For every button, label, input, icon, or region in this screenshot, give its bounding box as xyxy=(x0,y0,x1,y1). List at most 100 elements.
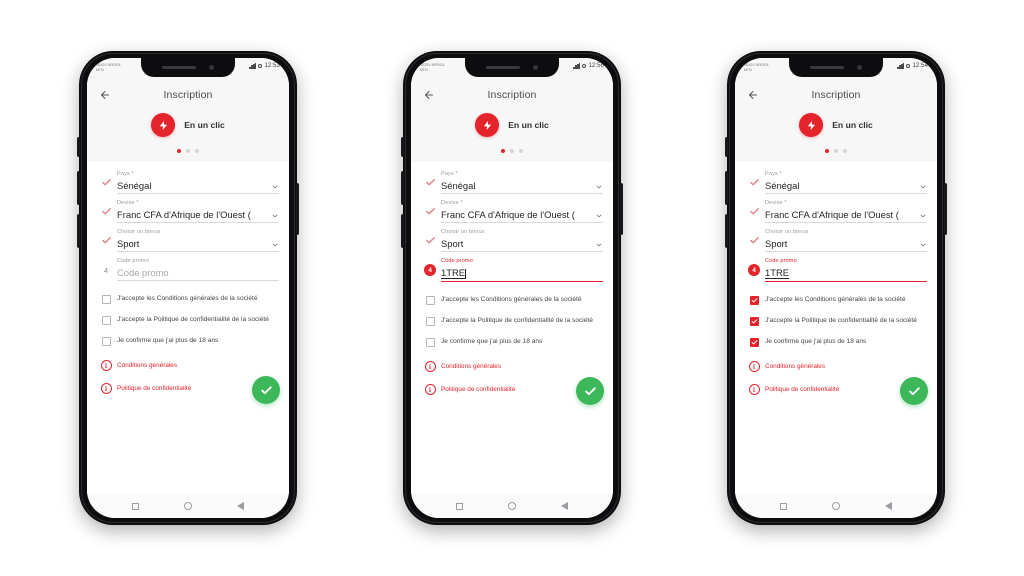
select-bonus[interactable]: Sport xyxy=(441,238,603,252)
chevron-down-icon-currency[interactable] xyxy=(271,212,279,220)
info-circle-icon-privacy[interactable]: i xyxy=(100,383,112,394)
consent-row-age[interactable]: Je confirme que j'ai plus de 18 ans xyxy=(87,336,289,346)
triangle-back-icon[interactable] xyxy=(561,502,569,510)
pager-dot-2[interactable] xyxy=(843,149,847,153)
power-button[interactable] xyxy=(296,183,299,235)
circle-home-icon[interactable] xyxy=(183,502,192,510)
square-recents-icon[interactable] xyxy=(131,502,139,510)
select-currency[interactable]: Franc CFA d'Afrique de l'Ouest ( xyxy=(765,209,927,223)
pager-dot-0[interactable] xyxy=(501,149,505,153)
promo-input[interactable]: Code promo xyxy=(117,267,279,281)
info-circle-icon-terms[interactable]: i xyxy=(424,361,436,372)
info-circle-icon-privacy[interactable]: i xyxy=(748,384,760,395)
checkbox-privacy[interactable] xyxy=(749,317,759,326)
chevron-down-icon-country[interactable] xyxy=(595,183,603,191)
pager-dot-0[interactable] xyxy=(177,149,181,153)
select-country[interactable]: Sénégal xyxy=(117,180,279,194)
submit-button[interactable] xyxy=(576,377,604,405)
chevron-down-icon-bonus[interactable] xyxy=(271,241,279,249)
volume-up-button[interactable] xyxy=(725,171,728,205)
consent-row-privacy[interactable]: J'accepte la Politique de confidentialit… xyxy=(87,315,289,325)
link-row-terms[interactable]: i Conditions générales xyxy=(87,359,289,371)
consent-row-terms[interactable]: J'accepte les Conditions générales de la… xyxy=(87,294,289,304)
triangle-back-icon[interactable] xyxy=(237,502,245,510)
link-label-privacy[interactable]: Politique de confidentialité xyxy=(765,386,839,393)
pager-dot-1[interactable] xyxy=(510,149,514,153)
chevron-down-icon-country[interactable] xyxy=(271,183,279,191)
link-row-terms[interactable]: i Conditions générales xyxy=(411,360,613,372)
arrow-left-icon[interactable] xyxy=(422,89,435,102)
circle-home-icon[interactable] xyxy=(831,502,840,510)
submit-button[interactable] xyxy=(900,377,928,405)
brand-block: En un clic xyxy=(87,110,289,162)
pager-dot-2[interactable] xyxy=(195,149,199,153)
mute-switch[interactable] xyxy=(401,137,404,157)
square-recents-icon[interactable] xyxy=(455,502,463,510)
field-body-currency: Devise * Franc CFA d'Afrique de l'Ouest ( xyxy=(765,200,927,223)
chevron-down-icon-currency[interactable] xyxy=(919,212,927,220)
checkbox-age[interactable] xyxy=(101,337,111,346)
select-currency[interactable]: Franc CFA d'Afrique de l'Ouest ( xyxy=(117,209,279,223)
triangle-back-icon[interactable] xyxy=(885,502,893,510)
link-label-terms[interactable]: Conditions générales xyxy=(765,363,825,370)
submit-button[interactable] xyxy=(252,376,280,404)
pager-dot-1[interactable] xyxy=(186,149,190,153)
circle-home-icon[interactable] xyxy=(507,502,516,510)
chevron-down-icon-bonus[interactable] xyxy=(595,241,603,249)
mute-switch[interactable] xyxy=(77,137,80,157)
consent-row-privacy[interactable]: J'accepte la Politique de confidentialit… xyxy=(735,316,937,326)
power-button[interactable] xyxy=(944,183,947,235)
chevron-down-icon-country[interactable] xyxy=(919,183,927,191)
checkbox-terms[interactable] xyxy=(425,296,435,305)
consent-row-terms[interactable]: J'accepte les Conditions générales de la… xyxy=(735,295,937,305)
select-country[interactable]: Sénégal xyxy=(765,180,927,194)
volume-down-button[interactable] xyxy=(401,214,404,248)
arrow-left-icon[interactable] xyxy=(98,89,111,102)
arrow-left-icon[interactable] xyxy=(746,89,759,102)
select-bonus[interactable]: Sport xyxy=(117,238,279,252)
volume-down-button[interactable] xyxy=(725,214,728,248)
pager-dot-0[interactable] xyxy=(825,149,829,153)
link-label-privacy[interactable]: Politique de confidentialité xyxy=(441,386,515,393)
legal-links: i Conditions générales i Politique de confi… xyxy=(735,360,937,406)
checkbox-age[interactable] xyxy=(425,338,435,347)
field-row-country: Pays * Sénégal xyxy=(411,171,613,194)
select-currency[interactable]: Franc CFA d'Afrique de l'Ouest ( xyxy=(441,209,603,223)
consent-label-age: Je confirme que j'ai plus de 18 ans xyxy=(765,338,867,345)
info-circle-icon-terms[interactable]: i xyxy=(100,360,112,371)
field-valid-check-icon-0 xyxy=(749,177,760,188)
info-circle-icon-terms[interactable]: i xyxy=(748,361,760,372)
volume-up-button[interactable] xyxy=(77,171,80,205)
link-label-privacy[interactable]: Politique de confidentialité xyxy=(117,385,191,392)
link-label-terms[interactable]: Conditions générales xyxy=(117,362,177,369)
select-bonus[interactable]: Sport xyxy=(765,238,927,252)
link-gutter-terms: i xyxy=(95,359,117,371)
chevron-down-icon-bonus[interactable] xyxy=(919,241,927,249)
pager-dot-1[interactable] xyxy=(834,149,838,153)
square-recents-icon[interactable] xyxy=(779,502,787,510)
consent-gutter-privacy xyxy=(743,316,765,326)
consent-row-age[interactable]: Je confirme que j'ai plus de 18 ans xyxy=(735,337,937,347)
select-country[interactable]: Sénégal xyxy=(441,180,603,194)
chevron-down-icon-currency[interactable] xyxy=(595,212,603,220)
checkbox-privacy[interactable] xyxy=(425,317,435,326)
consent-gutter-terms xyxy=(419,295,441,305)
volume-down-button[interactable] xyxy=(77,214,80,248)
consent-row-terms[interactable]: J'accepte les Conditions générales de la… xyxy=(411,295,613,305)
promo-input[interactable]: 1TRE xyxy=(765,267,927,282)
volume-up-button[interactable] xyxy=(401,171,404,205)
power-button[interactable] xyxy=(620,183,623,235)
checkbox-privacy[interactable] xyxy=(101,316,111,325)
checkbox-terms[interactable] xyxy=(101,295,111,304)
front-camera xyxy=(857,65,862,70)
info-circle-icon-privacy[interactable]: i xyxy=(424,384,436,395)
consent-row-privacy[interactable]: J'accepte la Politique de confidentialit… xyxy=(411,316,613,326)
link-label-terms[interactable]: Conditions générales xyxy=(441,363,501,370)
checkbox-age[interactable] xyxy=(749,338,759,347)
mute-switch[interactable] xyxy=(725,137,728,157)
link-row-terms[interactable]: i Conditions générales xyxy=(735,360,937,372)
checkbox-terms[interactable] xyxy=(749,296,759,305)
pager-dot-2[interactable] xyxy=(519,149,523,153)
consent-row-age[interactable]: Je confirme que j'ai plus de 18 ans xyxy=(411,337,613,347)
promo-input[interactable]: 1TRE xyxy=(441,267,603,282)
